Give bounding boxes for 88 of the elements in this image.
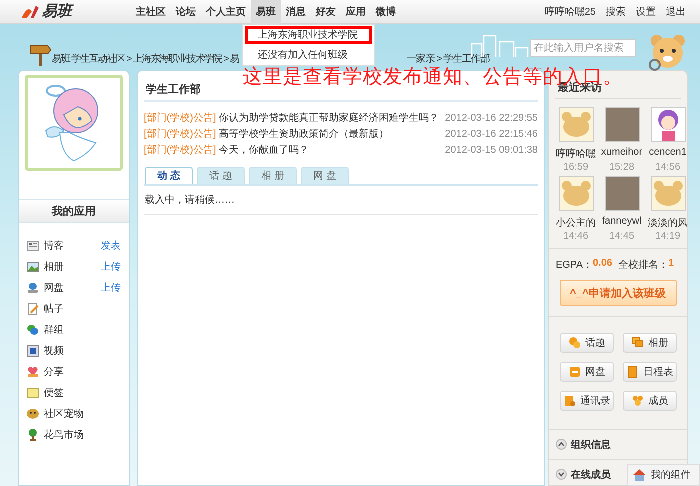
search-field[interactable]: 在此输入用户名搜索 <box>530 39 636 57</box>
notice-link[interactable]: 你认为助学贷款能真正帮助家庭经济困难学生吗？ <box>219 111 440 125</box>
notice-tag: [部门(学校)公告] <box>144 127 216 141</box>
nav-link[interactable]: 论坛 <box>171 0 201 24</box>
tree-icon <box>27 428 39 440</box>
stat-value: 1 <box>668 258 674 271</box>
chat-bubbles-icon <box>27 324 39 336</box>
notice-time: 2012-03-16 22:15:46 <box>445 128 538 140</box>
group-feature-button[interactable]: 话题 <box>560 333 614 353</box>
tab[interactable]: 动 态 <box>145 167 193 184</box>
section-toggle[interactable]: 在线成员 <box>556 468 611 482</box>
stat-value: 0.06 <box>593 258 612 271</box>
app-link[interactable]: 网盘 <box>44 280 64 294</box>
section-toggle[interactable]: 组织信息 <box>556 438 611 452</box>
photo-placeholder <box>604 176 640 211</box>
notice-tag: [部门(学校)公告] <box>144 143 216 157</box>
tab[interactable]: 相 册 <box>249 167 297 184</box>
app-action-link[interactable]: 上传 <box>101 260 121 274</box>
nav-link[interactable]: 设置 <box>636 4 656 18</box>
notice-tag: [部门(学校)公告] <box>144 111 216 125</box>
picture-icon <box>27 260 39 272</box>
nav-link[interactable]: 消息 <box>281 0 311 24</box>
nav-link[interactable]: 主社区 <box>131 0 171 24</box>
visit-time: 15:28 <box>609 162 635 173</box>
group-feature-button[interactable]: 相册 <box>623 333 677 353</box>
app-link[interactable]: 帖子 <box>44 302 64 316</box>
app-link[interactable]: 相册 <box>44 260 64 274</box>
visitor-name-link[interactable]: 淡淡的风 <box>648 216 688 228</box>
app-action-link[interactable]: 上传 <box>101 280 121 294</box>
visitor-name-link[interactable]: 哼哼哈嘿 <box>556 147 596 159</box>
nav-link[interactable]: 个人主页 <box>201 0 251 24</box>
video-icon <box>27 344 39 356</box>
visit-time: 14:19 <box>655 231 681 242</box>
loading-text: 载入中，请稍候…… <box>144 186 538 215</box>
bear-avatar-drawing <box>558 107 594 142</box>
pencil-page-icon <box>27 302 39 314</box>
stat-label: 全校排名： <box>618 258 668 272</box>
visitor-name-link[interactable]: 小公主的 <box>556 216 596 228</box>
nav-link[interactable]: 退出 <box>666 4 686 18</box>
username-link[interactable]: 哼哼哈嘿25 <box>544 4 596 18</box>
notice-time: 2012-03-16 22:29:55 <box>445 112 538 124</box>
app-link[interactable]: 分享 <box>44 364 64 378</box>
app-action-link[interactable]: 发表 <box>101 238 121 252</box>
breadcrumb-text: 易班 学生互动社区 > 上海东海职业技术学院 > 易 <box>52 52 239 66</box>
notice-time: 2012-03-15 09:01:38 <box>445 144 538 156</box>
chat-bubbles-icon <box>568 337 580 349</box>
house-icon <box>633 469 646 481</box>
notice-link[interactable]: 高等学校学生资助政策简介（最新版） <box>219 127 390 141</box>
nav-link[interactable]: 易班 <box>251 0 281 24</box>
nav-link[interactable]: 微博 <box>371 0 401 24</box>
heart-icon <box>27 366 39 378</box>
visitor-name-link[interactable]: xumeihor <box>601 147 643 159</box>
stat-label: EGPA： <box>556 259 593 272</box>
bear-avatar-drawing <box>650 176 686 211</box>
calendar-icon <box>626 366 638 378</box>
nav-link[interactable]: 应用 <box>341 0 371 24</box>
section-header: 我的应用 <box>19 199 129 223</box>
blog-icon <box>27 240 39 252</box>
nav-link[interactable]: 搜索 <box>606 4 626 18</box>
visitor-name-link[interactable]: fanneywl <box>602 216 642 228</box>
dropdown-item[interactable]: 上海东海职业技术学院 <box>245 26 372 44</box>
logo-text[interactable]: 易班 <box>42 2 72 21</box>
visit-time: 16:59 <box>563 162 589 173</box>
app-link[interactable]: 便签 <box>44 386 64 400</box>
tab[interactable]: 网 盘 <box>301 167 349 184</box>
visit-time: 14:46 <box>563 231 589 242</box>
bear-icon <box>648 32 688 72</box>
cartoon-girl-drawing <box>650 107 686 142</box>
visit-time: 14:56 <box>655 162 681 173</box>
tab[interactable]: 话 题 <box>197 167 245 184</box>
group-feature-button[interactable]: 网盘 <box>560 362 614 382</box>
app-link[interactable]: 社区宠物 <box>44 406 84 420</box>
group-feature-button[interactable]: 日程表 <box>623 362 677 382</box>
dropdown-item[interactable]: 还没有加入任何班级 <box>245 46 372 64</box>
notice-link[interactable]: 今天，你献血了吗？ <box>219 143 310 157</box>
app-link[interactable]: 博客 <box>44 238 64 252</box>
nav-link[interactable]: 好友 <box>311 0 341 24</box>
app-link[interactable]: 花鸟市场 <box>44 428 84 442</box>
app-link[interactable]: 群组 <box>44 322 64 336</box>
app-link[interactable]: 视频 <box>44 344 64 358</box>
photo-placeholder <box>604 107 640 142</box>
group-feature-button[interactable]: 通讯录 <box>560 391 614 411</box>
bear-avatar-drawing <box>558 176 594 211</box>
pictures-icon <box>632 337 644 349</box>
visit-time: 14:45 <box>609 231 635 242</box>
note-icon <box>27 386 39 398</box>
group-feature-button[interactable]: 成员 <box>623 391 677 411</box>
visitor-name-link[interactable]: cencen1 <box>649 147 687 159</box>
